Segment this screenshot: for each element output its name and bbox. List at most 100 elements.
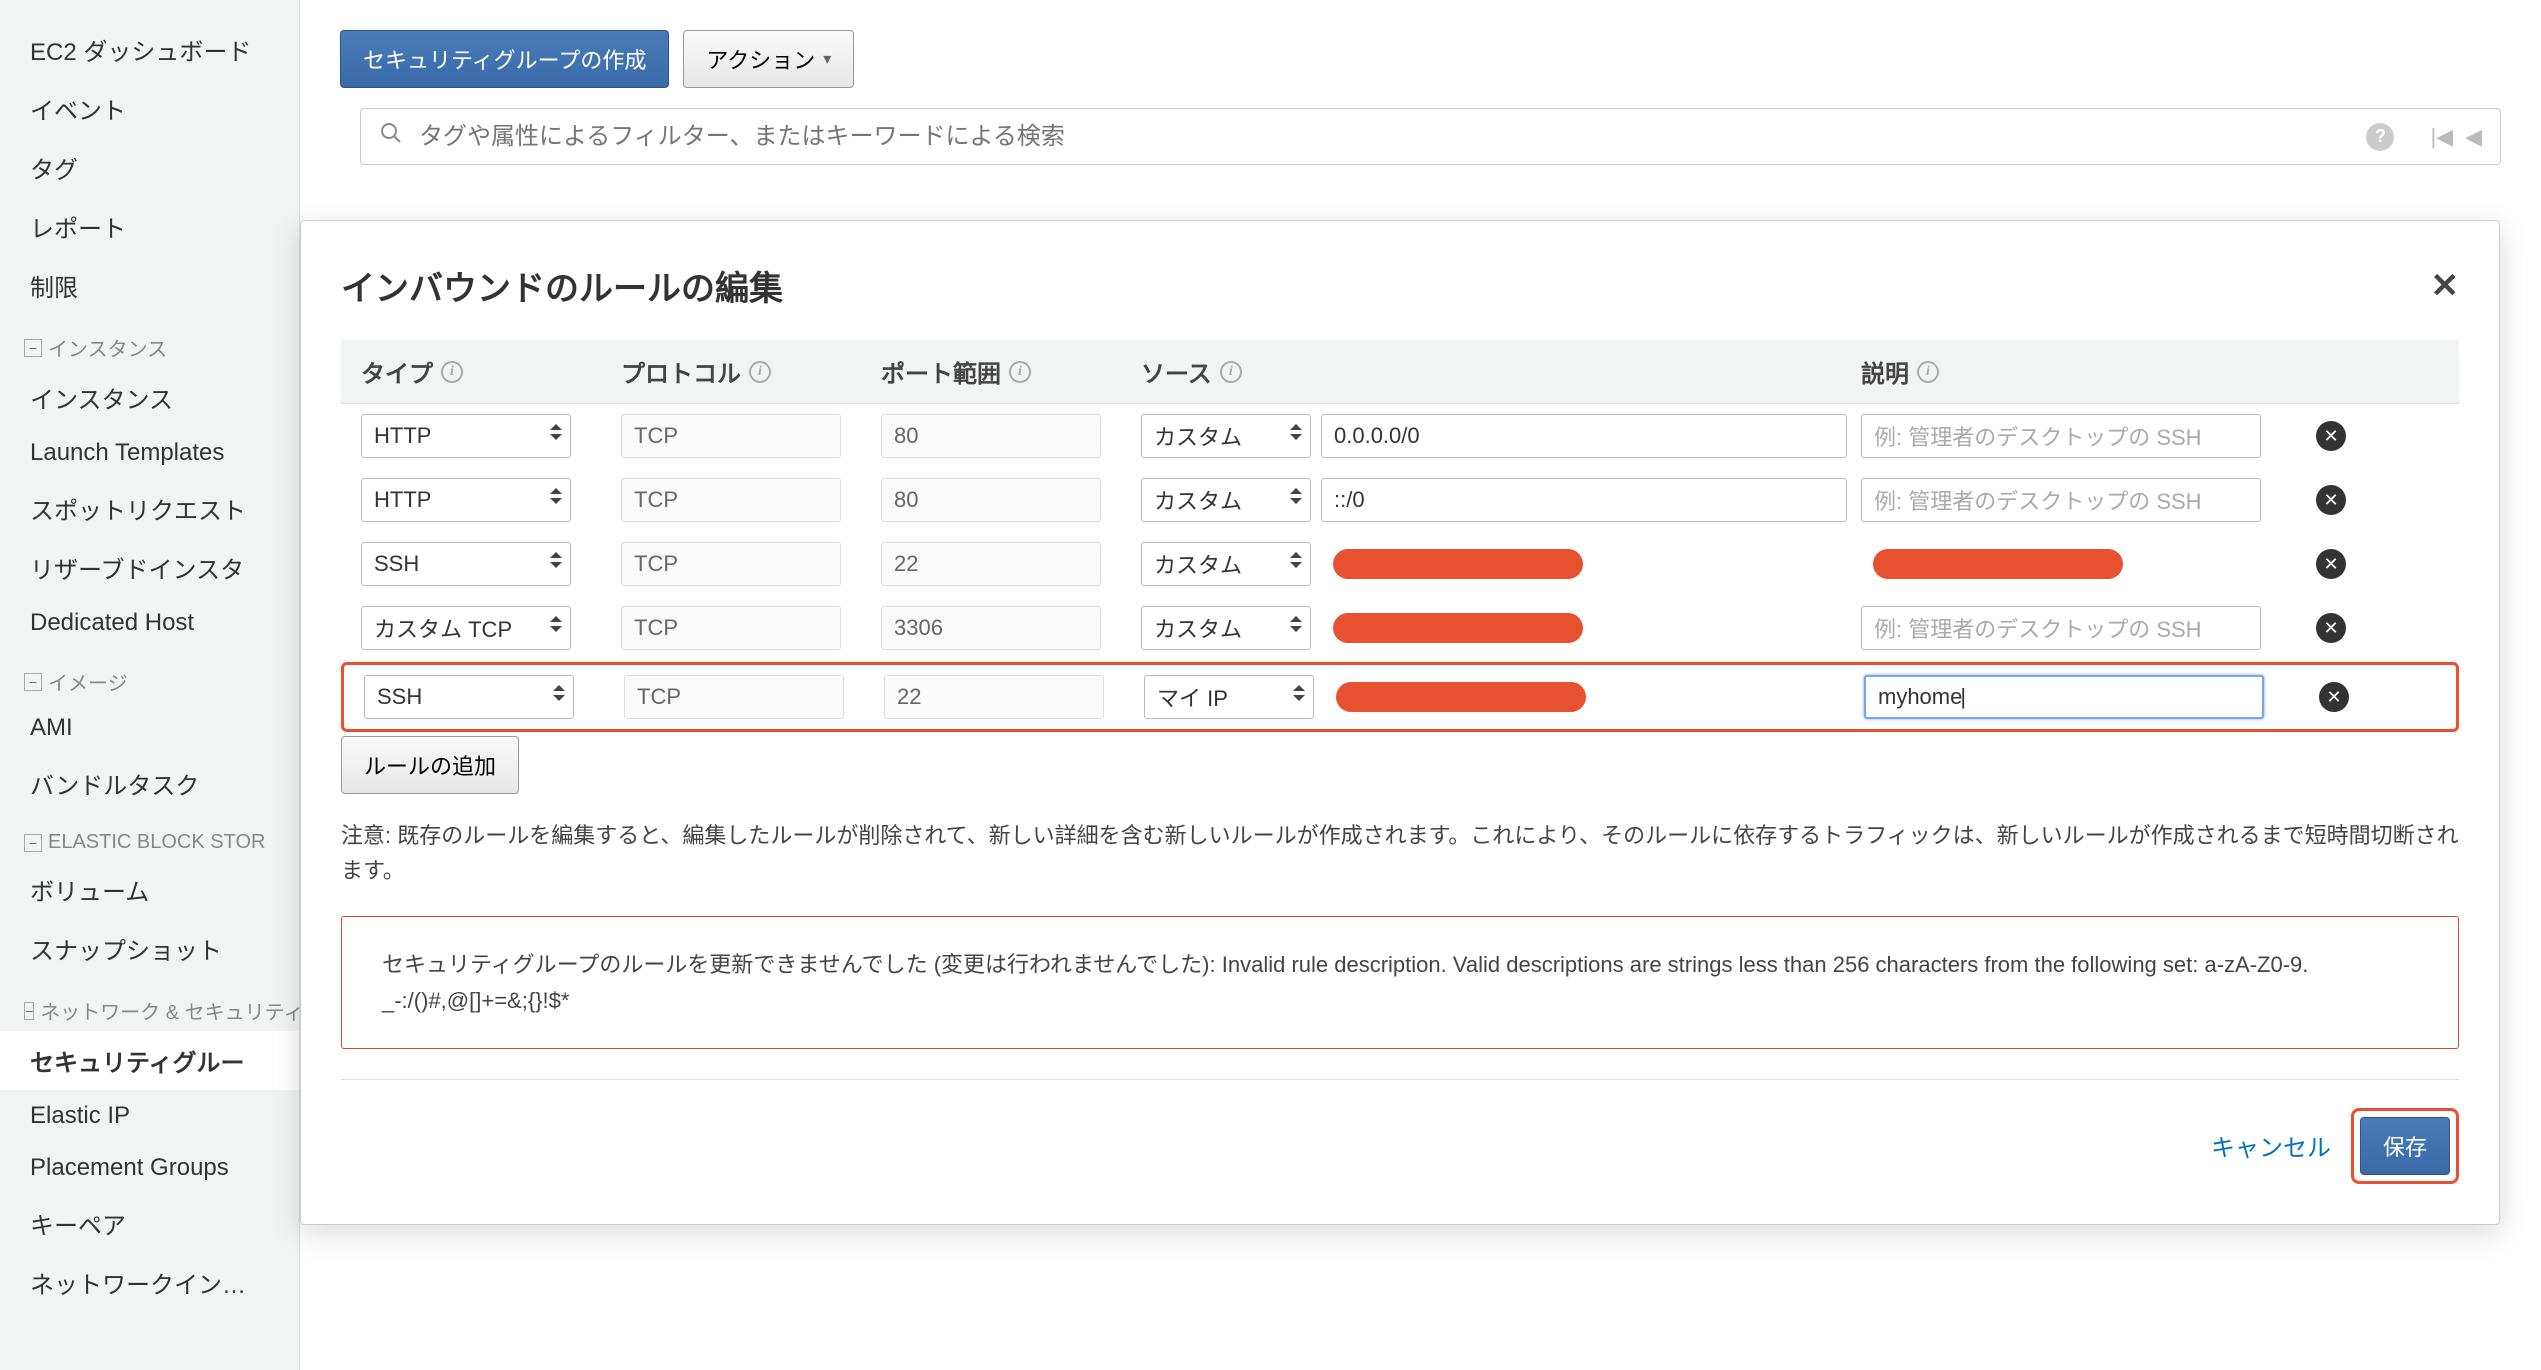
help-icon[interactable]: ? bbox=[2366, 123, 2394, 151]
source-mode-select[interactable]: カスタム bbox=[1141, 414, 1311, 458]
modal-footer: キャンセル 保存 bbox=[341, 1079, 2459, 1184]
info-icon[interactable]: i bbox=[1009, 361, 1031, 383]
search-icon bbox=[379, 121, 403, 152]
source-value-input[interactable] bbox=[1321, 542, 1847, 586]
redacted-value bbox=[1333, 613, 1583, 643]
info-icon[interactable]: i bbox=[1917, 361, 1939, 383]
source-mode-select[interactable]: カスタム bbox=[1141, 542, 1311, 586]
redacted-value bbox=[1873, 549, 2123, 579]
sidebar-item[interactable]: EC2 ダッシュボード bbox=[0, 20, 299, 79]
delete-rule-icon[interactable]: ✕ bbox=[2316, 613, 2346, 643]
sidebar-item[interactable]: バンドルタスク bbox=[0, 754, 299, 813]
sidebar-item[interactable]: スポットリクエスト bbox=[0, 479, 299, 538]
protocol-field: TCP bbox=[621, 542, 841, 586]
rule-row: HTTP TCP 80 カスタム::/0 例: 管理者のデスクトップの SSH ✕ bbox=[341, 468, 2459, 532]
sidebar-item[interactable]: インスタンス bbox=[0, 368, 299, 427]
port-field: 80 bbox=[881, 478, 1101, 522]
collapse-icon[interactable]: − bbox=[24, 673, 42, 691]
actions-dropdown[interactable]: アクション▾ bbox=[683, 30, 854, 88]
sidebar-item[interactable]: ボリューム bbox=[0, 860, 299, 919]
description-input[interactable]: myhome| bbox=[1864, 675, 2264, 719]
type-select[interactable]: SSH bbox=[364, 675, 574, 719]
sidebar-section-network[interactable]: −ネットワーク & セキュリティ bbox=[0, 978, 299, 1031]
collapse-icon[interactable]: − bbox=[24, 1002, 34, 1020]
add-rule-button[interactable]: ルールの追加 bbox=[341, 736, 519, 794]
sidebar-item-security-groups[interactable]: セキュリティグルー bbox=[0, 1031, 299, 1090]
sidebar-section-ebs[interactable]: −ELASTIC BLOCK STOR bbox=[0, 813, 299, 860]
cancel-link[interactable]: キャンセル bbox=[2211, 1128, 2331, 1163]
close-icon[interactable]: ✕ bbox=[2431, 266, 2460, 306]
sidebar-section-images[interactable]: −イメージ bbox=[0, 649, 299, 702]
sidebar-section-label: ネットワーク & セキュリティ bbox=[40, 996, 299, 1025]
source-mode-select[interactable]: マイ IP bbox=[1144, 675, 1314, 719]
create-security-group-button[interactable]: セキュリティグループの作成 bbox=[340, 30, 669, 88]
page-first-icon[interactable]: |◀ bbox=[2430, 124, 2453, 150]
source-value-input[interactable]: ::/0 bbox=[1321, 478, 1847, 522]
collapse-icon[interactable]: − bbox=[24, 834, 42, 852]
sidebar-item[interactable]: AMI bbox=[0, 702, 299, 754]
type-select[interactable]: HTTP bbox=[361, 414, 571, 458]
sidebar-item[interactable]: Elastic IP bbox=[0, 1090, 299, 1142]
header-port: ポート範囲 bbox=[881, 354, 1001, 389]
source-mode-select[interactable]: カスタム bbox=[1141, 606, 1311, 650]
port-field: 22 bbox=[881, 542, 1101, 586]
protocol-field: TCP bbox=[621, 606, 841, 650]
sidebar-item[interactable]: 制限 bbox=[0, 256, 299, 315]
header-source: ソース bbox=[1141, 354, 1212, 389]
collapse-icon[interactable]: − bbox=[24, 339, 42, 357]
sidebar: EC2 ダッシュボード イベント タグ レポート 制限 −インスタンス インスタ… bbox=[0, 0, 300, 1370]
sidebar-item[interactable]: Launch Templates bbox=[0, 427, 299, 479]
source-value-input[interactable]: 0.0.0.0/0 bbox=[1321, 414, 1847, 458]
type-select[interactable]: SSH bbox=[361, 542, 571, 586]
delete-rule-icon[interactable]: ✕ bbox=[2319, 682, 2349, 712]
protocol-field: TCP bbox=[621, 414, 841, 458]
sidebar-item[interactable]: レポート bbox=[0, 197, 299, 256]
info-icon[interactable]: i bbox=[441, 361, 463, 383]
pager: |◀ ◀ bbox=[2430, 124, 2482, 150]
protocol-field: TCP bbox=[621, 478, 841, 522]
description-input[interactable]: 例: 管理者のデスクトップの SSH bbox=[1861, 606, 2261, 650]
header-protocol: プロトコル bbox=[621, 354, 741, 389]
rule-row: SSH TCP 22 カスタム ✕ bbox=[341, 532, 2459, 596]
sidebar-section-label: インスタンス bbox=[48, 333, 167, 362]
rule-row: HTTP TCP 80 カスタム0.0.0.0/0 例: 管理者のデスクトップの SSH… bbox=[341, 404, 2459, 468]
type-select[interactable]: HTTP bbox=[361, 478, 571, 522]
page-prev-icon[interactable]: ◀ bbox=[2465, 124, 2482, 150]
sidebar-item[interactable]: キーペア bbox=[0, 1194, 299, 1253]
sidebar-item[interactable]: リザーブドインスタ bbox=[0, 538, 299, 597]
source-value-input[interactable] bbox=[1324, 675, 1850, 719]
info-icon[interactable]: i bbox=[749, 361, 771, 383]
description-input[interactable]: 例: 管理者のデスクトップの SSH bbox=[1861, 478, 2261, 522]
delete-rule-icon[interactable]: ✕ bbox=[2316, 485, 2346, 515]
source-value-input[interactable] bbox=[1321, 606, 1847, 650]
header-desc: 説明 bbox=[1861, 354, 1909, 389]
sidebar-item[interactable]: スナップショット bbox=[0, 919, 299, 978]
sidebar-item[interactable]: Dedicated Host bbox=[0, 597, 299, 649]
delete-rule-icon[interactable]: ✕ bbox=[2316, 549, 2346, 579]
search-input[interactable] bbox=[419, 123, 2350, 151]
redacted-value bbox=[1336, 682, 1586, 712]
info-icon[interactable]: i bbox=[1220, 361, 1242, 383]
sidebar-item[interactable]: Placement Groups bbox=[0, 1142, 299, 1194]
header-type: タイプ bbox=[361, 354, 433, 389]
delete-rule-icon[interactable]: ✕ bbox=[2316, 421, 2346, 451]
note-text: 注意: 既存のルールを編集すると、編集したルールが削除されて、新しい詳細を含む新… bbox=[341, 818, 2459, 888]
source-mode-select[interactable]: カスタム bbox=[1141, 478, 1311, 522]
error-message: セキュリティグループのルールを更新できませんでした (変更は行われませんでした)… bbox=[341, 916, 2459, 1048]
sidebar-item[interactable]: イベント bbox=[0, 79, 299, 138]
toolbar: セキュリティグループの作成 アクション▾ bbox=[300, 0, 2541, 108]
edit-inbound-rules-modal: インバウンドのルールの編集 ✕ タイプi プロトコルi ポート範囲i ソースi … bbox=[300, 220, 2500, 1225]
description-input[interactable] bbox=[1861, 542, 2261, 586]
redacted-value bbox=[1333, 549, 1583, 579]
save-button[interactable]: 保存 bbox=[2360, 1117, 2450, 1175]
search-bar[interactable]: ? |◀ ◀ bbox=[360, 108, 2501, 165]
sidebar-item[interactable]: ネットワークインターフェイス bbox=[0, 1253, 299, 1312]
port-field: 80 bbox=[881, 414, 1101, 458]
sidebar-section-instances[interactable]: −インスタンス bbox=[0, 315, 299, 368]
sidebar-item[interactable]: タグ bbox=[0, 138, 299, 197]
sidebar-section-label: ELASTIC BLOCK STOR bbox=[48, 831, 265, 854]
type-select[interactable]: カスタム TCP bbox=[361, 606, 571, 650]
description-input[interactable]: 例: 管理者のデスクトップの SSH bbox=[1861, 414, 2261, 458]
save-highlight: 保存 bbox=[2351, 1108, 2459, 1184]
protocol-field: TCP bbox=[624, 675, 844, 719]
